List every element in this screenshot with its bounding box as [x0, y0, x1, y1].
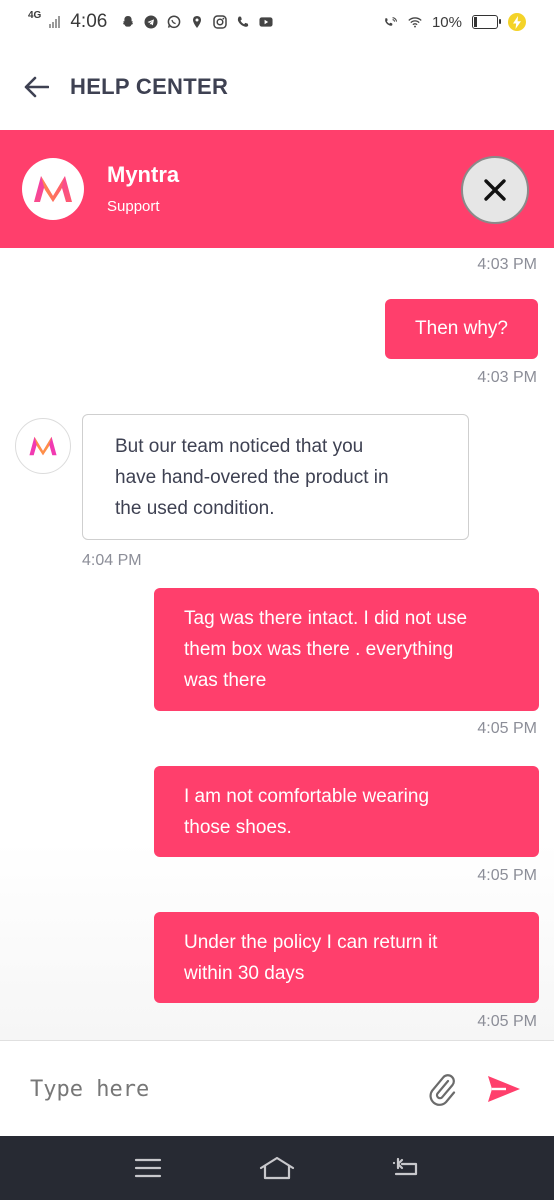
- message-timestamp: 4:03 PM: [477, 369, 537, 386]
- message-input[interactable]: [30, 1069, 400, 1109]
- instagram-icon: [213, 15, 228, 29]
- youtube-icon: [259, 15, 273, 29]
- battery-icon: [472, 15, 501, 29]
- support-avatar: [15, 418, 71, 474]
- close-button[interactable]: [461, 156, 529, 224]
- wifi-call-icon: [384, 15, 398, 29]
- wifi-icon: [408, 15, 422, 29]
- message-line: But our team noticed that you: [115, 436, 364, 457]
- support-message: But our team noticed that you have hand-…: [82, 414, 469, 540]
- network-type: 4G: [28, 10, 42, 21]
- menu-icon[interactable]: [126, 1146, 170, 1190]
- composer-bar: [0, 1040, 554, 1136]
- message-text: Then why?: [415, 318, 508, 339]
- send-icon[interactable]: [484, 1071, 524, 1107]
- chat-thread[interactable]: 4:03 PM Then why? 4:03 PM But our team n…: [0, 248, 554, 1040]
- whatsapp-icon: [167, 15, 181, 29]
- user-message: I am not comfortable wearing those shoes…: [154, 766, 539, 857]
- message-line: have hand-overed the product in: [115, 467, 389, 488]
- myntra-logo-icon: [29, 436, 57, 456]
- support-banner: Myntra Support: [0, 130, 554, 248]
- message-line: the used condition.: [115, 498, 275, 519]
- message-line: was there: [184, 670, 267, 691]
- app-header: HELP CENTER: [0, 44, 554, 130]
- status-bar: 4G 4:06 10%: [0, 0, 554, 44]
- message-line: Under the policy I can return it: [184, 932, 438, 953]
- message-line: Tag was there intact. I did not use: [184, 608, 468, 629]
- message-line: them box was there . everything: [184, 639, 454, 660]
- telegram-icon: [144, 15, 158, 29]
- close-icon: [484, 179, 506, 201]
- user-message: Tag was there intact. I did not use them…: [154, 588, 539, 711]
- page-title: HELP CENTER: [70, 74, 229, 99]
- user-message: Under the policy I can return it within …: [154, 912, 539, 1003]
- status-time: 4:06: [70, 11, 108, 32]
- message-timestamp: 4:04 PM: [82, 552, 142, 569]
- home-icon[interactable]: [255, 1146, 299, 1190]
- snapchat-icon: [121, 15, 135, 29]
- message-line: I am not comfortable wearing: [184, 786, 430, 807]
- message-line: within 30 days: [184, 963, 305, 984]
- signal-icon: [49, 16, 61, 28]
- location-icon: [190, 15, 204, 29]
- arrow-left-icon[interactable]: [22, 73, 50, 101]
- message-line: those shoes.: [184, 817, 292, 838]
- brand-subtitle: Support: [107, 198, 160, 215]
- user-message: Then why?: [385, 299, 538, 359]
- brand-name: Myntra: [107, 162, 180, 187]
- myntra-logo-icon: [22, 158, 84, 220]
- message-timestamp: 4:05 PM: [477, 720, 537, 737]
- back-icon[interactable]: [384, 1146, 428, 1190]
- charging-icon: [508, 13, 526, 31]
- message-timestamp: 4:05 PM: [477, 1013, 537, 1030]
- message-timestamp: 4:05 PM: [477, 867, 537, 884]
- phone-icon: [236, 15, 250, 29]
- system-nav-bar: [0, 1136, 554, 1200]
- message-timestamp: 4:03 PM: [477, 256, 537, 273]
- battery-percent: 10%: [431, 13, 462, 31]
- paperclip-icon[interactable]: [424, 1071, 460, 1107]
